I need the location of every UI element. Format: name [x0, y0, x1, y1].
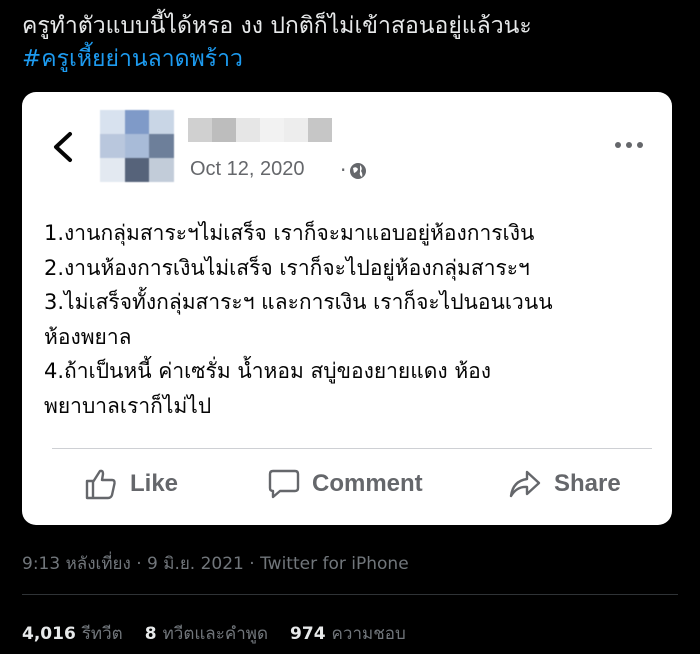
- likes-count: 974: [290, 624, 326, 644]
- quotes-label: ทวีตและคำพูด: [162, 624, 269, 644]
- tweet-meta: 9:13 หลังเที่ยง · 9 มิ.ย. 2021 · Twitter…: [22, 550, 409, 577]
- date-separator: ·: [340, 158, 347, 182]
- chevron-left-icon: [54, 132, 72, 162]
- tweet-date[interactable]: 9 มิ.ย. 2021: [147, 554, 244, 574]
- avatar-blurred: [100, 110, 174, 182]
- hashtag-link[interactable]: #ครูเหี้ยย่านลาดพร้าว: [22, 43, 682, 76]
- comment-bubble-icon: [268, 469, 300, 499]
- quotes-stat[interactable]: 8 ทวีตและคำพูด: [145, 620, 268, 647]
- quotes-count: 8: [144, 624, 157, 644]
- post-line: ห้องพยาล: [44, 324, 132, 349]
- tweet-text: ครูทำตัวแบบนี้ได้หรอ งง ปกติก็ไม่เข้าสอน…: [22, 10, 682, 76]
- share-button[interactable]: Share: [508, 464, 621, 504]
- retweets-count: 4,016: [22, 624, 76, 644]
- meta-separator: ·: [130, 554, 148, 574]
- facebook-post-screenshot[interactable]: Oct 12, 2020 · 1.งานกลุ่มสาระฯไม่เสร็จ เ…: [22, 92, 672, 525]
- post-date: Oct 12, 2020: [190, 158, 305, 180]
- retweets-stat[interactable]: 4,016 รีทวีต: [22, 620, 123, 647]
- thumbs-up-icon: [85, 469, 116, 500]
- like-label: Like: [130, 470, 179, 497]
- post-line: 4.ถ้าเป็นหนี้ ค่าเซรั่ม น้ำหอม สบู่ของยา…: [44, 359, 492, 383]
- like-button[interactable]: Like: [84, 464, 178, 504]
- tweet-stats: 4,016 รีทวีต 8 ทวีตและคำพูด 974 ความชอบ: [22, 620, 428, 647]
- globe-icon: [350, 163, 366, 179]
- share-label: Share: [554, 470, 621, 497]
- actions-divider: [52, 448, 652, 449]
- stats-divider: [22, 594, 678, 595]
- meta-separator: ·: [243, 554, 261, 574]
- likes-stat[interactable]: 974 ความชอบ: [290, 620, 406, 647]
- tweet-body: ครูทำตัวแบบนี้ได้หรอ งง ปกติก็ไม่เข้าสอน…: [22, 13, 532, 39]
- post-line: พยาบาลเราก็ไม่ไป: [44, 393, 212, 418]
- likes-label: ความชอบ: [331, 624, 406, 644]
- post-line: 3.ไม่เสร็จทั้งกลุ่มสาระฯ และการเงิน เราก…: [44, 290, 553, 314]
- tweet-time[interactable]: 9:13 หลังเที่ยง: [22, 554, 131, 574]
- comment-button[interactable]: Comment: [268, 464, 423, 504]
- post-line: 2.งานห้องการเงินไม่เสร็จ เราก็จะไปอยู่ห้…: [44, 255, 530, 280]
- more-horizontal-icon[interactable]: [614, 140, 644, 150]
- name-blurred: [188, 118, 332, 142]
- comment-label: Comment: [312, 470, 423, 497]
- post-line: 1.งานกลุ่มสาระฯไม่เสร็จ เราก็จะมาแอบอยู่…: [44, 221, 535, 245]
- retweets-label: รีทวีต: [81, 624, 123, 644]
- post-body: 1.งานกลุ่มสาระฯไม่เสร็จ เราก็จะมาแอบอยู่…: [44, 216, 654, 423]
- share-arrow-icon: [509, 470, 541, 498]
- tweet-source[interactable]: Twitter for iPhone: [260, 554, 409, 574]
